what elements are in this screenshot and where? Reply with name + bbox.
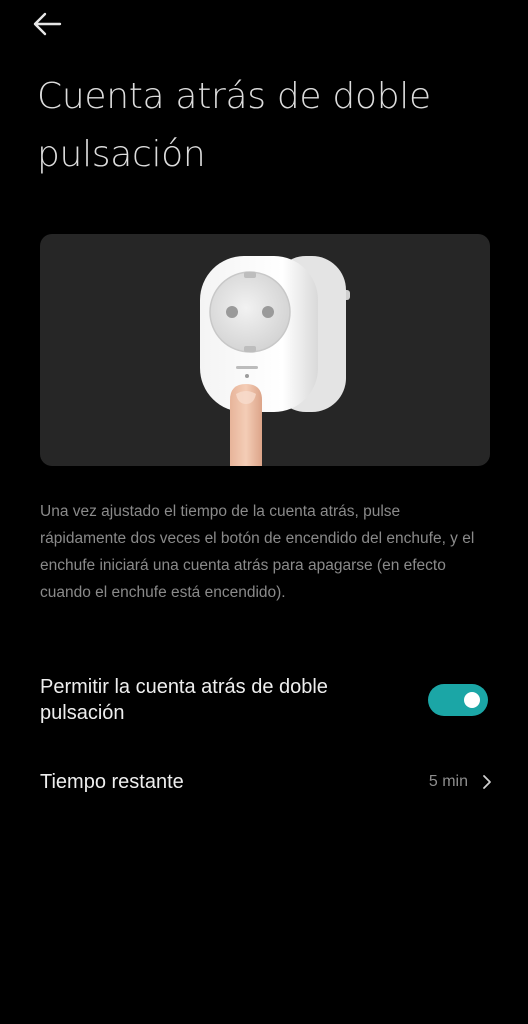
- remaining-time-row[interactable]: Tiempo restante 5 min: [40, 760, 492, 804]
- smart-plug-illustration: [200, 256, 350, 466]
- page-title: Cuenta atrás de doble pulsación: [37, 76, 431, 175]
- allow-double-press-toggle[interactable]: [428, 684, 488, 716]
- remaining-time-value: 5 min: [428, 773, 468, 790]
- remaining-time-label: Tiempo restante: [40, 771, 184, 793]
- back-button[interactable]: [30, 6, 78, 42]
- chevron-right-icon: [483, 775, 491, 789]
- hero-image: [40, 234, 490, 466]
- allow-double-press-label: Permitir la cuenta atrás de doble pulsac…: [40, 676, 328, 724]
- toggle-knob: [464, 692, 480, 708]
- allow-double-press-row: Permitir la cuenta atrás de doble pulsac…: [40, 668, 492, 732]
- arrow-left-icon: [33, 12, 62, 36]
- description-text: Una vez ajustado el tiempo de la cuenta …: [40, 503, 475, 601]
